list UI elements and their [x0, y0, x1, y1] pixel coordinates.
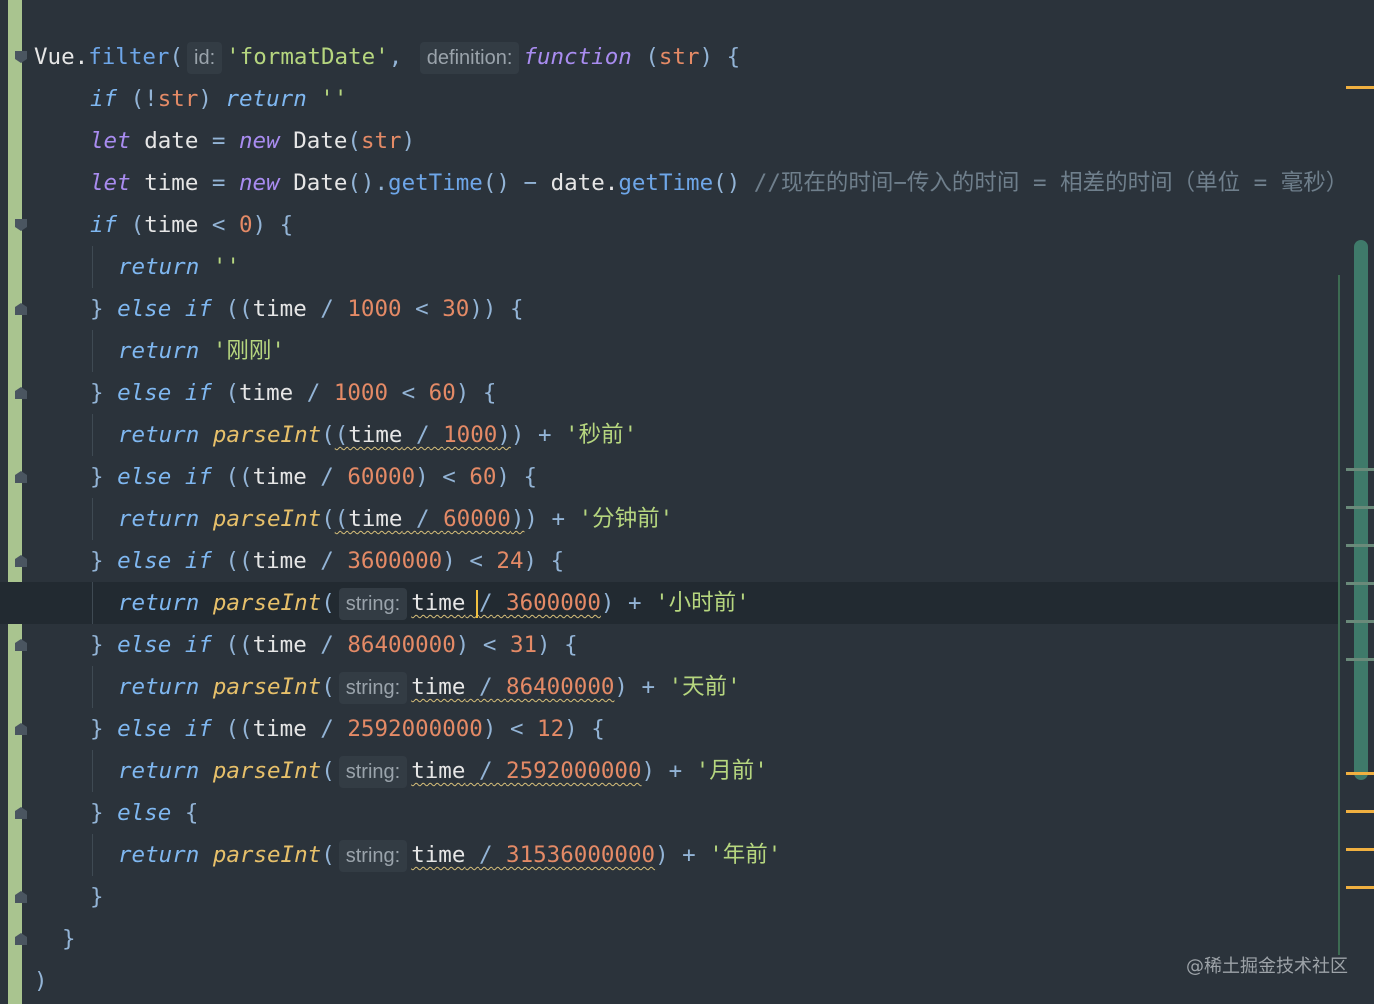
fold-marker-icon[interactable]: [14, 470, 28, 484]
fold-marker-icon[interactable]: [14, 50, 28, 64]
warning-marker[interactable]: [1346, 810, 1374, 813]
code-line-2[interactable]: if (!str) return '': [0, 78, 1340, 120]
info-marker[interactable]: [1346, 620, 1374, 623]
indent-guide: [92, 834, 93, 876]
param-hint-string: string:: [338, 671, 408, 704]
code-line-17[interactable]: } else if ((time / 2592000000) < 12) {: [0, 708, 1340, 750]
code-line-10[interactable]: return parseInt((time / 1000)) + '秒前': [0, 414, 1340, 456]
code-line-7[interactable]: } else if ((time / 1000 < 30)) {: [0, 288, 1340, 330]
indent-guide: [92, 414, 93, 456]
fold-marker-icon[interactable]: [14, 554, 28, 568]
fold-marker-icon[interactable]: [14, 890, 28, 904]
indent-guide: [92, 498, 93, 540]
warning-marker[interactable]: [1346, 86, 1374, 89]
text-cursor: [475, 589, 478, 618]
code-line-1[interactable]: Vue.filter(id:'formatDate', definition: f…: [0, 36, 1340, 78]
warning-marker[interactable]: [1346, 886, 1374, 889]
fold-marker-icon[interactable]: [14, 218, 28, 232]
code-line-22[interactable]: }: [0, 918, 1340, 960]
indent-guide: [92, 330, 93, 372]
indent-guide: [92, 750, 93, 792]
code-line-15[interactable]: } else if ((time / 86400000) < 31) {: [0, 624, 1340, 666]
code-line-21[interactable]: }: [0, 876, 1340, 918]
fold-marker-icon[interactable]: [14, 638, 28, 652]
code-line-8[interactable]: return '刚刚': [0, 330, 1340, 372]
fold-marker-icon[interactable]: [14, 302, 28, 316]
info-marker[interactable]: [1346, 544, 1374, 547]
code-line-19[interactable]: } else {: [0, 792, 1340, 834]
info-marker[interactable]: [1346, 658, 1374, 661]
code-line-12[interactable]: return parseInt((time / 60000)) + '分钟前': [0, 498, 1340, 540]
fold-marker-icon[interactable]: [14, 386, 28, 400]
param-hint-id: id:: [187, 41, 223, 74]
code-line-11[interactable]: } else if ((time / 60000) < 60) {: [0, 456, 1340, 498]
param-hint-string: string:: [338, 839, 408, 872]
code-line-16[interactable]: return parseInt(string: time / 86400000) …: [0, 666, 1340, 708]
fold-marker-icon[interactable]: [14, 722, 28, 736]
code-line-13[interactable]: } else if ((time / 3600000) < 24) {: [0, 540, 1340, 582]
param-hint-definition: definition:: [419, 41, 520, 74]
code-line-9[interactable]: } else if (time / 1000 < 60) {: [0, 372, 1340, 414]
code-line-3[interactable]: let date = new Date(str): [0, 120, 1340, 162]
code-line-23[interactable]: ): [0, 960, 1340, 1002]
info-marker[interactable]: [1346, 506, 1374, 509]
warning-marker[interactable]: [1346, 848, 1374, 851]
code-line-6[interactable]: return '': [0, 246, 1340, 288]
fold-marker-icon[interactable]: [14, 806, 28, 820]
code-editor[interactable]: Vue.filter(id:'formatDate', definition: f…: [0, 0, 1374, 1004]
code-line-14-current[interactable]: return parseInt(string: time / 3600000) +…: [0, 582, 1340, 624]
code-line-18[interactable]: return parseInt(string: time / 2592000000…: [0, 750, 1340, 792]
scope-indicator: [1338, 275, 1340, 955]
vertical-scrollbar[interactable]: [1354, 240, 1368, 780]
indent-guide: [92, 246, 93, 288]
param-hint-string: string:: [338, 755, 408, 788]
param-hint-string: string:: [338, 587, 408, 620]
indent-guide: [92, 582, 93, 624]
code-line-4[interactable]: let time = new Date().getTime() − date.g…: [0, 162, 1348, 204]
code-line-5[interactable]: if (time < 0) {: [0, 204, 1340, 246]
info-marker[interactable]: [1346, 582, 1374, 585]
info-marker[interactable]: [1346, 468, 1374, 471]
fold-marker-icon[interactable]: [14, 932, 28, 946]
watermark: @稀土掘金技术社区: [1186, 956, 1348, 977]
indent-guide: [92, 666, 93, 708]
warning-marker[interactable]: [1346, 772, 1374, 775]
code-line-20[interactable]: return parseInt(string: time / 3153600000…: [0, 834, 1340, 876]
